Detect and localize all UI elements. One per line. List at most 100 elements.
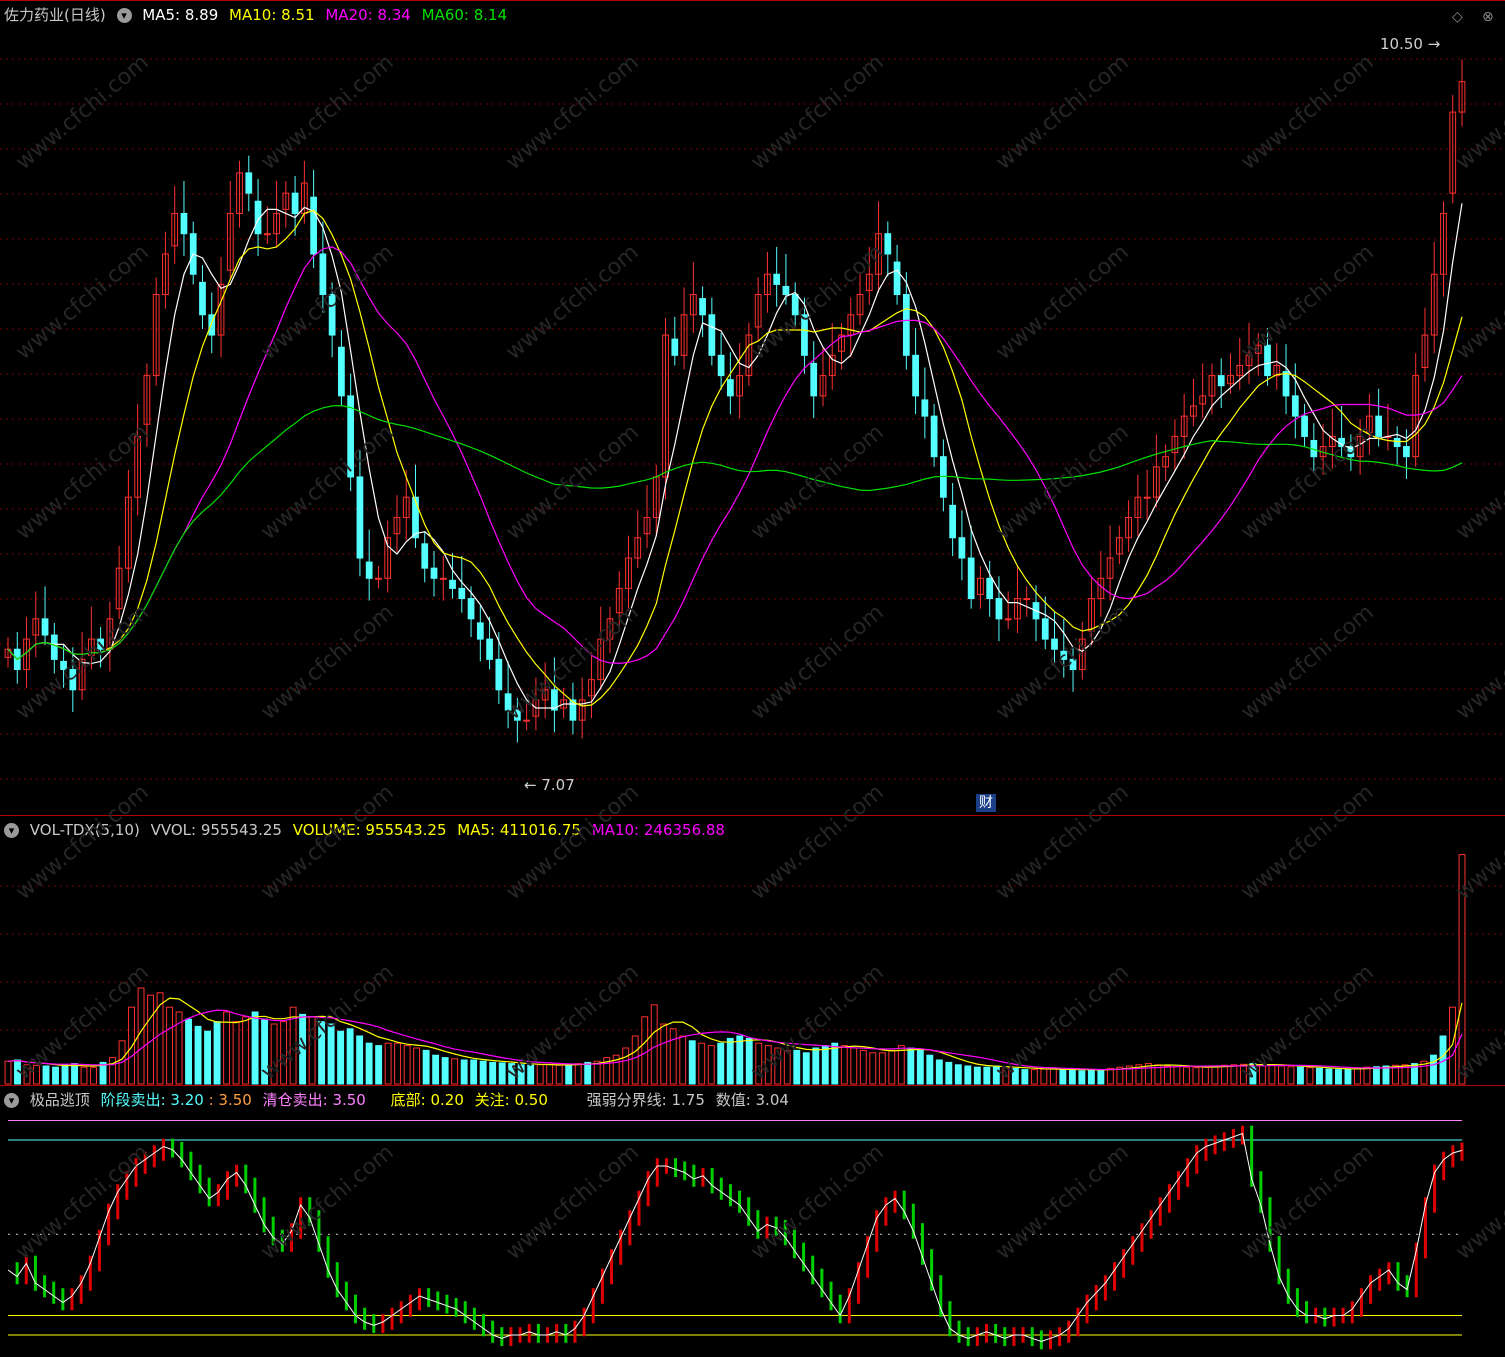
- ma10-value: MA10: 8.51: [229, 6, 315, 24]
- volume-bar: [983, 1066, 991, 1085]
- candle-body: [912, 354, 919, 397]
- volume-bar: [669, 1028, 677, 1085]
- indicator-bar: [765, 1216, 769, 1239]
- indicator-bar: [491, 1320, 495, 1343]
- volume-bar: [517, 1064, 525, 1085]
- indicator-bar: [1158, 1197, 1162, 1226]
- indicator-bar: [1213, 1135, 1217, 1155]
- volume-bar: [470, 1059, 478, 1085]
- indicator-chart[interactable]: [0, 1086, 1505, 1357]
- indicator-bar: [1378, 1268, 1382, 1291]
- indicator-header: ▾ 极品逃顶 阶段卖出: 3.20 : 3.50 清仓卖出: 3.50 底部: …: [4, 1090, 795, 1110]
- candle-body: [884, 233, 892, 255]
- clear-sell-value: 清仓卖出: 3.50: [262, 1091, 366, 1109]
- indicator-bar: [573, 1320, 577, 1343]
- candle-body: [921, 399, 929, 417]
- indicator-bar: [646, 1171, 650, 1207]
- volume-bar: [489, 1061, 497, 1085]
- indicator-bar: [902, 1190, 906, 1220]
- kline-panel[interactable]: 佐力药业(日线) ▾ MA5: 8.89 MA10: 8.51 MA20: 8.…: [0, 0, 1505, 816]
- candle-body: [671, 338, 679, 356]
- indicator-bar: [24, 1255, 28, 1285]
- indicator-bar: [1231, 1128, 1235, 1148]
- volume-bar: [1458, 854, 1466, 1085]
- indicator-bar: [783, 1219, 787, 1246]
- indicator-bar: [207, 1177, 211, 1207]
- indicator-bar: [1460, 1142, 1464, 1161]
- volume-bar: [755, 1042, 763, 1085]
- volume-bar: [80, 1066, 88, 1085]
- indicator-panel[interactable]: ▾ 极品逃顶 阶段卖出: 3.20 : 3.50 清仓卖出: 3.50 底部: …: [0, 1085, 1505, 1357]
- volume-bar: [394, 1042, 402, 1085]
- vvol-value: VVOL: 955543.25: [150, 821, 282, 839]
- volume-bar: [964, 1065, 972, 1085]
- indicator-bar: [43, 1275, 47, 1298]
- vol-ma5-line: [7, 997, 1463, 1071]
- indicator-bar: [948, 1301, 952, 1337]
- ma60-line: [7, 404, 1463, 661]
- chevron-down-icon[interactable]: ▾: [116, 8, 132, 23]
- volume-bar: [641, 1016, 649, 1085]
- indicator-bar: [152, 1145, 156, 1168]
- volume-bar: [204, 1030, 212, 1085]
- volume-bar: [1059, 1069, 1067, 1085]
- volume-bar: [109, 1057, 116, 1085]
- indicator-bar: [70, 1288, 74, 1311]
- indicator-bar: [728, 1184, 732, 1207]
- volume-bar: [935, 1059, 943, 1085]
- close-icon[interactable]: ⊗: [1482, 9, 1494, 25]
- indicator-bar: [975, 1327, 979, 1347]
- volume-bar: [1325, 1068, 1333, 1085]
- candle-body: [949, 504, 957, 539]
- indicator-bar: [390, 1307, 394, 1330]
- indicator-bar: [774, 1216, 778, 1236]
- indicator-bar: [171, 1138, 175, 1158]
- candle-body: [513, 709, 521, 721]
- volume-bar: [337, 1030, 345, 1085]
- indicator-bar: [244, 1164, 248, 1194]
- volume-bar: [992, 1065, 1000, 1085]
- indicator-bar: [235, 1164, 239, 1187]
- stock-title[interactable]: 佐力药业(日线): [4, 6, 106, 24]
- volume-bar: [859, 1049, 867, 1085]
- volume-bar: [1249, 1063, 1257, 1085]
- indicator-bar: [1332, 1307, 1336, 1327]
- volume-bar: [527, 1064, 535, 1085]
- kline-chart[interactable]: [0, 1, 1505, 816]
- diamond-icon[interactable]: ◇: [1452, 9, 1463, 25]
- indicator-bar: [893, 1190, 897, 1213]
- candle-body: [1393, 437, 1401, 448]
- indicator-value: 数值: 3.04: [715, 1091, 789, 1109]
- indicator-bar: [500, 1327, 504, 1347]
- volume-bar: [1049, 1067, 1057, 1085]
- bottom-value: 底部: 0.20: [390, 1091, 464, 1109]
- volume-bar: [850, 1047, 858, 1085]
- indicator-title[interactable]: 极品逃顶: [30, 1091, 90, 1109]
- volume-indicator-title[interactable]: VOL-TDX(5,10): [30, 821, 140, 839]
- vol-ma5-value: MA5: 411016.75: [457, 821, 581, 839]
- indicator-bar: [1012, 1327, 1016, 1347]
- volume-panel[interactable]: ▾ VOL-TDX(5,10) VVOL: 955543.25 VOLUME: …: [0, 815, 1505, 1086]
- indicator-bar: [1039, 1330, 1043, 1350]
- volume-bar: [213, 1021, 221, 1085]
- finance-badge[interactable]: 财: [976, 794, 996, 812]
- indicator-bar: [353, 1294, 357, 1324]
- volume-chart[interactable]: [0, 816, 1505, 1086]
- candle-body: [801, 314, 808, 356]
- candle-body: [523, 719, 530, 722]
- indicator-bar: [1222, 1132, 1226, 1152]
- volume-bar: [1201, 1066, 1209, 1085]
- volume-bar: [194, 1025, 202, 1085]
- volume-bar: [1296, 1066, 1304, 1085]
- ma60-value: MA60: 8.14: [421, 6, 508, 24]
- volume-bar: [726, 1037, 734, 1085]
- candle-body: [486, 638, 493, 660]
- candle-body: [708, 314, 716, 356]
- chevron-down-icon[interactable]: ▾: [4, 823, 19, 838]
- candle-body: [1301, 415, 1308, 437]
- chevron-down-icon[interactable]: ▾: [4, 1093, 19, 1108]
- vol-ma10-value: MA10: 246356.88: [591, 821, 725, 839]
- candle-body: [810, 362, 818, 397]
- volume-bar: [1268, 1064, 1276, 1085]
- volume-bar: [356, 1035, 364, 1085]
